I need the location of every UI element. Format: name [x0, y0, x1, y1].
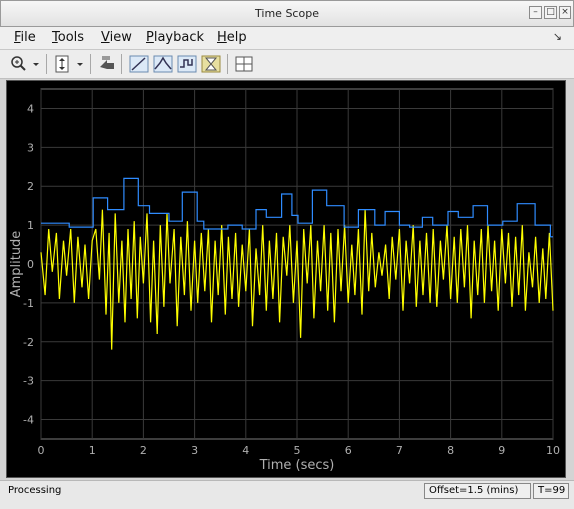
bilevel-measurements-icon[interactable] — [200, 53, 222, 75]
dock-icon[interactable]: ↘ — [553, 30, 562, 43]
status-bar: Processing Offset=1.5 (mins) T=99 — [0, 480, 574, 509]
time-scope-chart[interactable]: 0 1 2 3 4 5 6 7 8 9 10 -4 -3 -2 -1 0 1 2 3 4 Time (secs) Am… — [7, 81, 565, 477]
x-tick-label: 6 — [345, 444, 352, 457]
minimize-button[interactable]: – — [529, 6, 542, 19]
menu-view[interactable]: View — [101, 30, 132, 45]
title-bar: Time Scope – □ × — [0, 0, 574, 27]
offset-readout: Offset=1.5 (mins) — [424, 483, 531, 499]
menu-playback[interactable]: Playback — [146, 30, 204, 45]
layout-icon[interactable] — [233, 53, 255, 75]
restore-view-icon[interactable] — [96, 53, 118, 75]
toolbar-separator — [90, 54, 91, 74]
menu-file[interactable]: File — [14, 30, 36, 45]
autoscale-icon[interactable] — [52, 53, 74, 75]
toolbar — [0, 50, 574, 79]
toolbar-separator — [46, 54, 47, 74]
close-button[interactable]: × — [559, 6, 571, 19]
y-tick-label: 1 — [27, 219, 34, 232]
toolbar-separator — [121, 54, 122, 74]
status-text: Processing — [8, 485, 62, 496]
maximize-button[interactable]: □ — [544, 6, 557, 19]
x-axis-label: Time (secs) — [259, 458, 335, 473]
x-tick-label: 0 — [38, 444, 45, 457]
x-tick-label: 1 — [89, 444, 96, 457]
y-tick-label: 2 — [27, 180, 34, 193]
window-title: Time Scope — [255, 7, 319, 20]
autoscale-dropdown-icon[interactable] — [74, 53, 86, 75]
time-readout: T=99 — [533, 483, 569, 499]
y-tick-label: -4 — [23, 414, 34, 427]
x-tick-label: 8 — [447, 444, 454, 457]
x-tick-label: 2 — [140, 444, 147, 457]
x-tick-label: 7 — [396, 444, 403, 457]
x-tick-label: 5 — [294, 444, 301, 457]
toolbar-separator — [227, 54, 228, 74]
y-tick-label: -3 — [23, 375, 34, 388]
menu-help[interactable]: Help — [217, 30, 247, 45]
x-tick-label: 9 — [498, 444, 505, 457]
y-tick-label: 0 — [27, 258, 34, 271]
y-tick-label: 3 — [27, 141, 34, 154]
menu-bar: File Tools View Playback Help ↘ — [0, 27, 574, 50]
y-axis-label: Amplitude — [9, 231, 24, 298]
signal-statistics-icon[interactable] — [176, 53, 198, 75]
x-tick-label: 3 — [191, 444, 198, 457]
scope-display[interactable]: 0 1 2 3 4 5 6 7 8 9 10 -4 -3 -2 -1 0 1 2 3 4 Time (secs) Am… — [6, 80, 566, 478]
zoom-in-icon[interactable] — [8, 53, 30, 75]
zoom-dropdown-icon[interactable] — [30, 53, 42, 75]
menu-tools[interactable]: Tools — [52, 30, 84, 45]
data-cursors-icon[interactable] — [128, 53, 150, 75]
y-tick-label: -2 — [23, 336, 34, 349]
y-tick-label: -1 — [23, 297, 34, 310]
peak-finder-icon[interactable] — [152, 53, 174, 75]
x-tick-label: 10 — [546, 444, 560, 457]
x-tick-label: 4 — [242, 444, 249, 457]
y-tick-label: 4 — [27, 102, 34, 115]
